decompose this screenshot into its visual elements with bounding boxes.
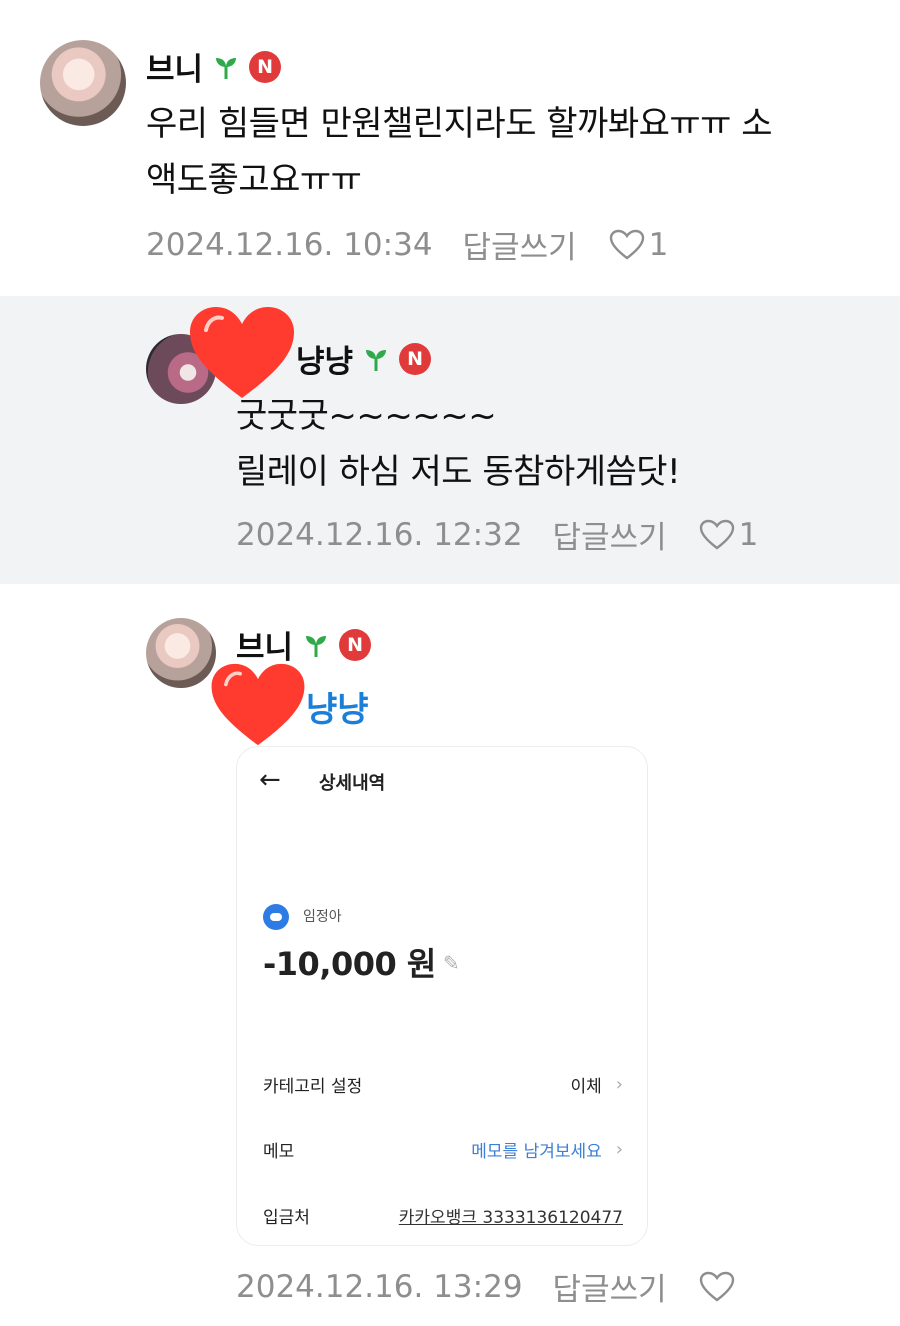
n-badge-icon: N <box>249 50 282 83</box>
author-name[interactable]: 브니 <box>146 44 203 89</box>
reply-button[interactable]: 답글쓰기 <box>463 222 577 267</box>
like-button[interactable]: 1 <box>609 226 669 263</box>
comment-author-bar: 냥냥 N <box>296 336 432 381</box>
comment-text-line: 릴레이 하심 저도 동참하게씀닷! <box>236 452 681 492</box>
receipt-payee: 임정아 <box>303 909 342 925</box>
like-count: 1 <box>738 516 759 553</box>
row-label: 입금처 <box>263 1208 310 1228</box>
comment-author-bar: 브니 N <box>146 44 282 89</box>
reply-button[interactable]: 답글쓰기 <box>553 512 667 557</box>
like-count: 1 <box>648 226 669 263</box>
comment-meta: 2024.12.16. 10:34 답글쓰기 1 <box>146 222 668 267</box>
comment-text-line: 액도좋고요ㅠㅠ <box>146 160 362 200</box>
comment-1: 브니 N 우리 힘들면 만원챌린지라도 할까봐요ㅠㅠ 소 액도좋고요ㅠㅠ 202… <box>0 0 900 296</box>
receipt-row-account: 입금처 카카오뱅크 3333136120477 <box>263 1203 623 1228</box>
n-badge-icon: N <box>339 628 372 661</box>
arrow-left-icon: ← <box>259 765 281 795</box>
comment-text: 우리 힘들면 만원챌린지라도 할까봐요ㅠㅠ 소 액도좋고요ㅠㅠ <box>146 96 773 208</box>
author-name[interactable]: 냥냥 <box>296 336 353 381</box>
chevron-right-icon: › <box>615 1074 623 1095</box>
pencil-icon: ✎ <box>443 951 460 975</box>
row-value: 카카오뱅크 3333136120477 <box>398 1208 623 1228</box>
receipt-title: 상세내역 <box>319 773 386 794</box>
comment-meta: 2024.12.16. 13:29 답글쓰기 <box>236 1264 735 1309</box>
receipt-row-category: 카테고리 설정 이체 › <box>263 1072 623 1097</box>
heart-icon <box>609 229 644 260</box>
row-value: 이체 <box>570 1077 602 1097</box>
heart-sticker-icon <box>211 663 305 746</box>
comment-date: 2024.12.16. 12:32 <box>236 516 523 553</box>
sprout-icon <box>366 349 387 371</box>
n-badge-icon: N <box>399 342 432 375</box>
mention-link[interactable]: 냥냥 <box>306 682 369 731</box>
row-label: 카테고리 설정 <box>263 1077 363 1097</box>
like-button[interactable]: 1 <box>699 516 759 553</box>
row-value: 메모를 남겨보세요 <box>471 1142 602 1162</box>
comment-text-line: 우리 힘들면 만원챌린지라도 할까봐요ㅠㅠ 소 <box>146 104 773 144</box>
comment-text-line: 굿굿굿~~~~~~ <box>236 396 497 436</box>
reply-button[interactable]: 답글쓰기 <box>553 1264 667 1309</box>
comment-text: 굿굿굿~~~~~~ 릴레이 하심 저도 동참하게씀닷! <box>236 388 681 500</box>
receipt-row-memo: 메모 메모를 남겨보세요 › <box>263 1137 623 1162</box>
sprout-icon <box>306 635 327 657</box>
bank-logo-icon <box>263 904 289 930</box>
sprout-icon <box>216 57 237 79</box>
avatar[interactable] <box>40 40 126 126</box>
heart-sticker-icon <box>190 307 294 398</box>
comment-meta: 2024.12.16. 12:32 답글쓰기 1 <box>236 512 758 557</box>
comment-date: 2024.12.16. 13:29 <box>236 1268 523 1305</box>
heart-icon <box>699 519 734 550</box>
comment-date: 2024.12.16. 10:34 <box>146 226 433 263</box>
chevron-right-icon: › <box>615 1139 623 1160</box>
receipt-amount: -10,000 원 <box>263 945 436 983</box>
row-label: 메모 <box>263 1142 295 1162</box>
like-button[interactable] <box>699 1271 735 1303</box>
avatar[interactable] <box>146 618 216 688</box>
heart-icon <box>699 1271 734 1302</box>
attached-image-receipt[interactable]: ← 상세내역 임정아 -10,000 원 ✎ 카테고리 설정 이체 › 메모 메모… <box>236 746 648 1246</box>
